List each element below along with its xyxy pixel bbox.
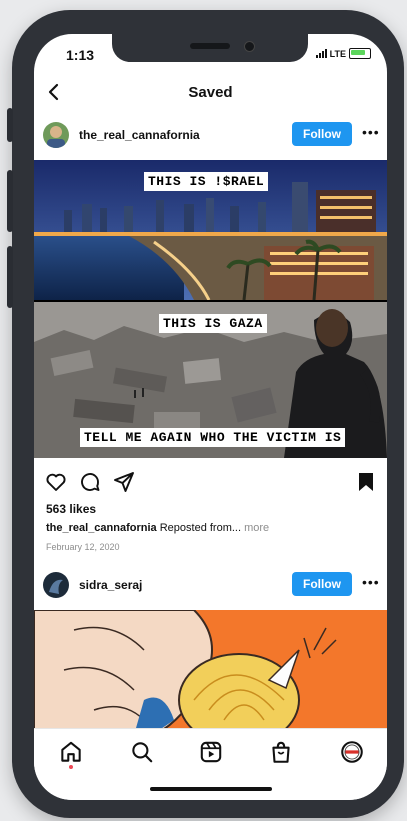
volume-up-button [7,170,13,232]
follow-button[interactable]: Follow [292,572,352,596]
caption-username[interactable]: the_real_cannafornia [46,522,157,534]
home-indicator[interactable] [150,787,272,791]
more-options-icon[interactable]: ••• [362,574,380,590]
post-image[interactable] [34,610,387,735]
caption-top: THIS IS !$RAEL [144,172,269,191]
caption-bottom: TELL ME AGAIN WHO THE VICTIM IS [80,428,346,447]
post-header: the_real_cannafornia Follow ••• [34,120,387,150]
post-date: February 12, 2020 [46,542,120,552]
search-icon[interactable] [129,739,155,765]
more-options-icon[interactable]: ••• [362,124,380,140]
screen: 1:13 LTE Saved the_real_cannafornia Foll… [34,34,387,800]
shop-icon[interactable] [268,739,294,765]
comment-icon[interactable] [78,470,102,494]
heart-icon[interactable] [44,470,68,494]
likes-count[interactable]: 563 likes [46,502,96,516]
status-indicators: LTE [315,48,371,59]
post-image[interactable]: THIS IS !$RAEL THIS IS GAZA TELL ME AGAI… [34,160,387,458]
city-photo: THIS IS !$RAEL [34,160,387,300]
avatar-image [43,572,69,598]
caption-text: Reposted from... [159,522,242,534]
tab-bar [34,728,387,800]
caption-more-link[interactable]: more [244,522,269,534]
front-camera [244,41,255,52]
username[interactable]: sidra_seraj [79,578,142,592]
onion-hand-illustration [34,610,387,735]
notification-dot [69,765,73,769]
signal-icon [315,49,327,58]
speaker [190,43,230,49]
top-nav: Saved [34,78,387,108]
battery-icon [349,48,371,59]
notch [112,34,308,62]
profile-icon[interactable] [339,739,365,765]
mute-switch [7,108,13,142]
caption-middle: THIS IS GAZA [159,314,267,333]
avatar-image [43,122,69,148]
follow-button[interactable]: Follow [292,122,352,146]
status-time: 1:13 [66,47,95,63]
share-icon[interactable] [112,470,136,494]
avatar[interactable] [43,572,69,598]
page-title: Saved [188,84,233,101]
avatar[interactable] [43,122,69,148]
bookmark-icon[interactable] [354,470,378,494]
reels-icon[interactable] [198,739,224,765]
home-icon[interactable] [58,739,84,765]
network-label: LTE [329,48,346,59]
rubble-photo: THIS IS GAZA TELL ME AGAIN WHO THE VICTI… [34,302,387,458]
username[interactable]: the_real_cannafornia [79,128,200,142]
post-caption: the_real_cannafornia Reposted from... mo… [46,522,269,534]
post-actions [34,468,387,496]
volume-down-button [7,246,13,308]
post-header: sidra_seraj Follow ••• [34,570,387,600]
